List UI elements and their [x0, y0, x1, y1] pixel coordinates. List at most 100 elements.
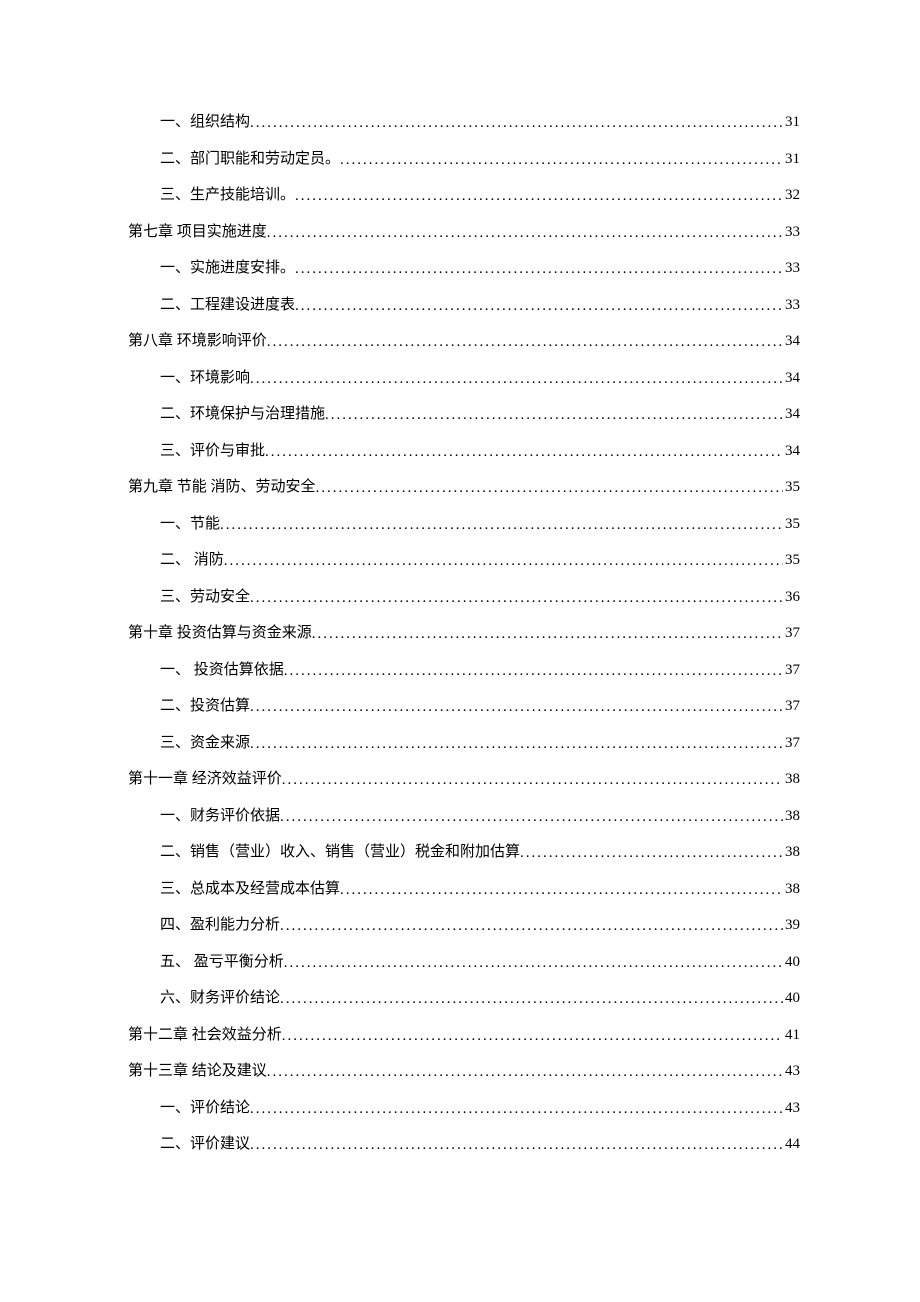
- toc-entry-label: 二、评价建议: [160, 1137, 250, 1152]
- toc-leader-dots: [325, 408, 783, 423]
- toc-leader-dots: [295, 299, 783, 314]
- toc-entry-page: 35: [783, 517, 800, 532]
- toc-entry: 第十三章 结论及建议43: [128, 1064, 800, 1079]
- toc-entry-page: 34: [783, 407, 800, 422]
- toc-entry-label: 一、评价结论: [160, 1101, 250, 1116]
- toc-entry-page: 35: [783, 480, 800, 495]
- toc-leader-dots: [250, 591, 783, 606]
- toc-leader-dots: [316, 481, 783, 496]
- toc-entry-page: 40: [783, 955, 800, 970]
- toc-leader-dots: [282, 1029, 783, 1044]
- toc-entry: 第十章 投资估算与资金来源 37: [128, 626, 800, 641]
- toc-entry-page: 38: [783, 772, 800, 787]
- toc-entry-page: 34: [783, 371, 800, 386]
- toc-entry-label: 三、生产技能培训。: [160, 188, 295, 203]
- toc-entry-page: 38: [783, 845, 800, 860]
- toc-entry-label: 二、部门职能和劳动定员。: [160, 152, 340, 167]
- toc-entry: 一、节能 35: [128, 517, 800, 532]
- toc-leader-dots: [520, 846, 783, 861]
- toc-entry: 六、财务评价结论 40: [128, 991, 800, 1006]
- toc-entry: 三、评价与审批 34: [128, 444, 800, 459]
- toc-leader-dots: [224, 554, 783, 569]
- toc-entry-page: 37: [783, 626, 800, 641]
- toc-entry-label: 三、劳动安全: [160, 590, 250, 605]
- toc-entry-page: 40: [783, 991, 800, 1006]
- toc-entry-label: 二、投资估算: [160, 699, 250, 714]
- toc-entry-label: 五、 盈亏平衡分析: [160, 955, 284, 970]
- toc-entry-label: 第九章 节能 消防、劳动安全: [128, 480, 316, 495]
- toc-entry-page: 33: [783, 298, 800, 313]
- toc-entry-label: 一、实施进度安排。: [160, 261, 295, 276]
- toc-entry: 五、 盈亏平衡分析 40: [128, 955, 800, 970]
- toc-entry-label: 第八章 环境影响评价: [128, 334, 267, 349]
- toc-entry-page: 33: [783, 225, 800, 240]
- toc-leader-dots: [284, 956, 783, 971]
- toc-leader-dots: [340, 883, 783, 898]
- toc-entry-page: 43: [783, 1101, 800, 1116]
- toc-leader-dots: [280, 992, 783, 1007]
- toc-leader-dots: [250, 116, 783, 131]
- toc-leader-dots: [250, 372, 783, 387]
- toc-entry: 二、 消防 35: [128, 553, 800, 568]
- toc-entry: 三、总成本及经营成本估算 38: [128, 882, 800, 897]
- toc-leader-dots: [220, 518, 783, 533]
- toc-entry-label: 二、销售（营业）收入、销售（营业）税金和附加估算: [160, 845, 520, 860]
- toc-entry-page: 35: [783, 553, 800, 568]
- toc-entry: 第十二章 社会效益分析41: [128, 1028, 800, 1043]
- toc-entry-label: 一、财务评价依据: [160, 809, 280, 824]
- toc-entry: 第七章 项目实施进度 33: [128, 225, 800, 240]
- toc-leader-dots: [267, 226, 783, 241]
- toc-leader-dots: [250, 1138, 783, 1153]
- toc-entry-page: 34: [783, 334, 800, 349]
- document-page: 一、组织结构31 二、部门职能和劳动定员。 31 三、生产技能培训。 32 第七章 项目实…: [0, 0, 920, 1152]
- toc-entry-page: 36: [783, 590, 800, 605]
- toc-leader-dots: [340, 153, 783, 168]
- toc-entry-page: 37: [783, 699, 800, 714]
- toc-entry-label: 一、 投资估算依据: [160, 663, 284, 678]
- toc-entry: 二、环境保护与治理措施34: [128, 407, 800, 422]
- toc-entry: 三、生产技能培训。 32: [128, 188, 800, 203]
- toc-entry-label: 第十章 投资估算与资金来源: [128, 626, 312, 641]
- toc-entry: 一、实施进度安排。 33: [128, 261, 800, 276]
- toc-leader-dots: [267, 1065, 783, 1080]
- toc-leader-dots: [284, 664, 783, 679]
- toc-entry: 二、投资估算 37: [128, 699, 800, 714]
- toc-leader-dots: [267, 335, 783, 350]
- toc-entry: 二、部门职能和劳动定员。 31: [128, 152, 800, 167]
- toc-entry-label: 一、节能: [160, 517, 220, 532]
- toc-entry-label: 三、评价与审批: [160, 444, 265, 459]
- toc-entry-page: 43: [783, 1064, 800, 1079]
- toc-entry-page: 33: [783, 261, 800, 276]
- toc-entry-page: 44: [783, 1137, 800, 1152]
- toc-entry-label: 二、工程建设进度表: [160, 298, 295, 313]
- toc-entry-page: 32: [783, 188, 800, 203]
- toc-leader-dots: [280, 919, 783, 934]
- toc-entry-label: 第七章 项目实施进度: [128, 225, 267, 240]
- toc-entry-label: 第十一章 经济效益评价: [128, 772, 282, 787]
- toc-entry: 一、评价结论 43: [128, 1101, 800, 1116]
- toc-entry: 一、 投资估算依据 37: [128, 663, 800, 678]
- toc-leader-dots: [282, 773, 783, 788]
- toc-leader-dots: [280, 810, 783, 825]
- toc-entry-label: 三、资金来源: [160, 736, 250, 751]
- toc-entry-label: 二、 消防: [160, 553, 224, 568]
- toc-leader-dots: [250, 1102, 783, 1117]
- toc-entry-label: 一、环境影响: [160, 371, 250, 386]
- toc-entry: 四、盈利能力分析 39: [128, 918, 800, 933]
- toc-entry-label: 六、财务评价结论: [160, 991, 280, 1006]
- toc-entry: 三、资金来源37: [128, 736, 800, 751]
- toc-entry-label: 三、总成本及经营成本估算: [160, 882, 340, 897]
- toc-entry: 一、组织结构31: [128, 115, 800, 130]
- toc-entry: 二、工程建设进度表 33: [128, 298, 800, 313]
- toc-entry-page: 31: [783, 152, 800, 167]
- toc-leader-dots: [250, 700, 783, 715]
- toc-entry-page: 39: [783, 918, 800, 933]
- toc-entry-page: 34: [783, 444, 800, 459]
- toc-entry-label: 四、盈利能力分析: [160, 918, 280, 933]
- toc-entry: 第十一章 经济效益评价 38: [128, 772, 800, 787]
- toc-entry-page: 38: [783, 882, 800, 897]
- toc-entry: 第九章 节能 消防、劳动安全 35: [128, 480, 800, 495]
- toc-entry-page: 31: [783, 115, 800, 130]
- toc-entry-page: 37: [783, 663, 800, 678]
- toc-leader-dots: [312, 627, 783, 642]
